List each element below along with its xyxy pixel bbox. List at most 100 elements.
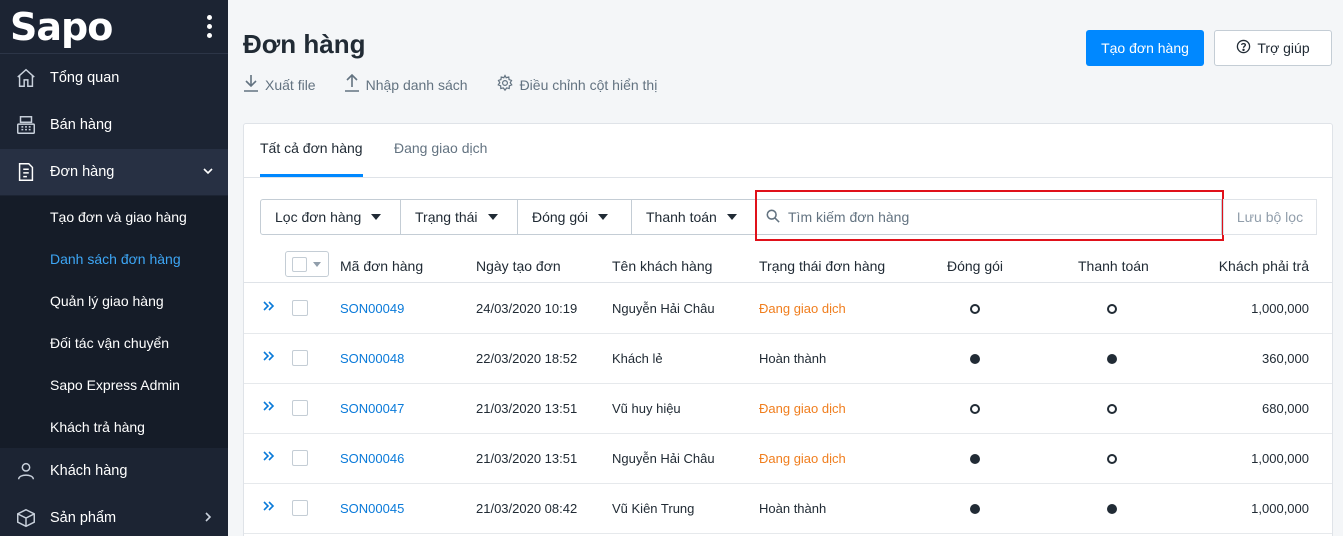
order-status: Đang giao dịch <box>759 301 846 316</box>
orders-card: Tất cả đơn hàng Đang giao dịch Lọc đơn h… <box>243 123 1333 536</box>
amount-due: 680,000 <box>1262 401 1309 416</box>
table-row[interactable]: SON00047 21/03/2020 13:51 Vũ huy hiệu Đang … <box>244 384 1332 434</box>
save-filter-button[interactable]: Lưu bộ lọc <box>1223 199 1317 235</box>
export-file-action[interactable]: Xuất file <box>243 74 316 95</box>
help-circle-icon <box>1236 39 1251 57</box>
order-code-link[interactable]: SON00045 <box>340 501 404 516</box>
page-actions: Xuất file Nhập danh sách Điều chỉnh cột … <box>243 73 658 95</box>
expand-row-icon[interactable] <box>263 400 275 415</box>
gear-icon <box>496 74 514 95</box>
payment-filter-label: Thanh toán <box>646 209 717 225</box>
table-header: Mã đơn hàng Ngày tạo đơn Tên khách hàng … <box>244 249 1332 283</box>
amount-due: 360,000 <box>1262 351 1309 366</box>
customer-name: Nguyễn Hải Châu <box>612 451 715 466</box>
sidebar-item-orders[interactable]: Đơn hàng <box>0 149 228 195</box>
search-box <box>755 199 1222 235</box>
payment-status-indicator <box>1107 454 1117 464</box>
status-filter-dropdown[interactable]: Trạng thái <box>400 199 518 235</box>
search-input[interactable] <box>788 209 1208 225</box>
expand-row-icon[interactable] <box>263 500 275 515</box>
table-row[interactable]: SON00045 21/03/2020 08:42 Vũ Kiên Trung Hoà… <box>244 484 1332 534</box>
subnav-sapo-express-admin[interactable]: Sapo Express Admin <box>50 377 180 393</box>
download-icon <box>243 74 259 95</box>
help-button[interactable]: Trợ giúp <box>1214 30 1332 66</box>
order-status: Hoàn thành <box>759 501 827 516</box>
home-icon <box>14 66 38 90</box>
import-list-label: Nhập danh sách <box>365 76 468 93</box>
row-checkbox[interactable] <box>292 350 308 366</box>
subnav-create-order[interactable]: Tạo đơn và giao hàng <box>50 209 187 225</box>
user-icon <box>14 459 38 483</box>
chevron-down-icon <box>202 164 214 180</box>
expand-row-icon[interactable] <box>263 450 275 465</box>
table-row[interactable]: SON00049 24/03/2020 10:19 Nguyễn Hải Châu Đ… <box>244 284 1332 334</box>
column-header-date[interactable]: Ngày tạo đơn <box>476 258 561 274</box>
amount-due: 1,000,000 <box>1251 501 1309 516</box>
packing-status-indicator <box>970 504 980 514</box>
box-icon <box>14 506 38 530</box>
cash-register-icon <box>14 113 38 137</box>
payment-status-indicator <box>1107 404 1117 414</box>
adjust-columns-label: Điều chỉnh cột hiển thị <box>519 76 658 93</box>
customer-name: Nguyễn Hải Châu <box>612 301 715 316</box>
order-status: Đang giao dịch <box>759 401 846 416</box>
select-all-checkbox[interactable] <box>285 251 329 277</box>
amount-due: 1,000,000 <box>1251 301 1309 316</box>
adjust-columns-action[interactable]: Điều chỉnh cột hiển thị <box>496 74 658 95</box>
caret-down-icon <box>313 261 321 267</box>
packing-status-indicator <box>970 454 980 464</box>
caret-down-icon <box>598 214 609 220</box>
sapo-logo[interactable]: Sapo <box>10 8 113 46</box>
import-list-action[interactable]: Nhập danh sách <box>344 73 468 95</box>
table-row[interactable]: SON00048 22/03/2020 18:52 Khách lẻ Hoàn thà… <box>244 334 1332 384</box>
subnav-customer-returns[interactable]: Khách trả hàng <box>50 419 145 435</box>
column-header-code[interactable]: Mã đơn hàng <box>340 258 423 274</box>
expand-row-icon[interactable] <box>263 350 275 365</box>
column-header-customer[interactable]: Tên khách hàng <box>612 258 712 274</box>
order-date: 22/03/2020 18:52 <box>476 351 578 366</box>
create-order-button[interactable]: Tạo đơn hàng <box>1086 30 1204 66</box>
subnav-order-list[interactable]: Danh sách đơn hàng <box>50 251 181 267</box>
column-header-amount[interactable]: Khách phải trả <box>1219 258 1309 274</box>
order-tabs: Tất cả đơn hàng Đang giao dịch <box>244 124 1332 178</box>
subnav-shipping-management[interactable]: Quản lý giao hàng <box>50 293 164 309</box>
order-date: 21/03/2020 08:42 <box>476 501 578 516</box>
order-code-link[interactable]: SON00046 <box>340 451 404 466</box>
order-status: Hoàn thành <box>759 351 827 366</box>
more-menu-icon[interactable] <box>203 11 216 42</box>
sidebar-item-label: Sản phẩm <box>50 510 117 526</box>
sidebar-item-sales[interactable]: Bán hàng <box>0 102 228 148</box>
orders-submenu: Tạo đơn và giao hàng Danh sách đơn hàng … <box>0 196 228 448</box>
sidebar-item-overview[interactable]: Tổng quan <box>0 55 228 101</box>
subnav-shipping-partners[interactable]: Đối tác vận chuyển <box>50 335 169 351</box>
order-code-link[interactable]: SON00047 <box>340 401 404 416</box>
table-row[interactable]: SON00046 21/03/2020 13:51 Nguyễn Hải Châu Đ… <box>244 434 1332 484</box>
packing-status-indicator <box>970 404 980 414</box>
caret-down-icon <box>371 214 382 220</box>
tab-all-orders[interactable]: Tất cả đơn hàng <box>260 140 363 156</box>
order-date: 21/03/2020 13:51 <box>476 401 578 416</box>
order-status: Đang giao dịch <box>759 451 846 466</box>
help-button-label: Trợ giúp <box>1257 40 1310 56</box>
sidebar-item-products[interactable]: Sản phẩm <box>0 495 228 536</box>
sidebar-item-customers[interactable]: Khách hàng <box>0 448 228 494</box>
packing-status-indicator <box>970 304 980 314</box>
column-header-status[interactable]: Trạng thái đơn hàng <box>759 258 885 274</box>
row-checkbox[interactable] <box>292 500 308 516</box>
order-code-link[interactable]: SON00049 <box>340 301 404 316</box>
packing-filter-dropdown[interactable]: Đóng gói <box>517 199 632 235</box>
tab-in-transaction[interactable]: Đang giao dịch <box>394 140 487 156</box>
caret-down-icon <box>487 214 498 220</box>
order-code-link[interactable]: SON00048 <box>340 351 404 366</box>
row-checkbox[interactable] <box>292 300 308 316</box>
expand-row-icon[interactable] <box>263 300 275 315</box>
column-header-payment[interactable]: Thanh toán <box>1078 258 1149 274</box>
sidebar: Sapo Tổng quan Bán hàng Đơn hàng Tạo đơn… <box>0 0 228 536</box>
search-icon <box>766 209 780 226</box>
row-checkbox[interactable] <box>292 450 308 466</box>
column-header-packing[interactable]: Đóng gói <box>947 258 1003 274</box>
order-date: 21/03/2020 13:51 <box>476 451 578 466</box>
payment-filter-dropdown[interactable]: Thanh toán <box>631 199 756 235</box>
row-checkbox[interactable] <box>292 400 308 416</box>
filter-orders-dropdown[interactable]: Lọc đơn hàng <box>260 199 401 235</box>
